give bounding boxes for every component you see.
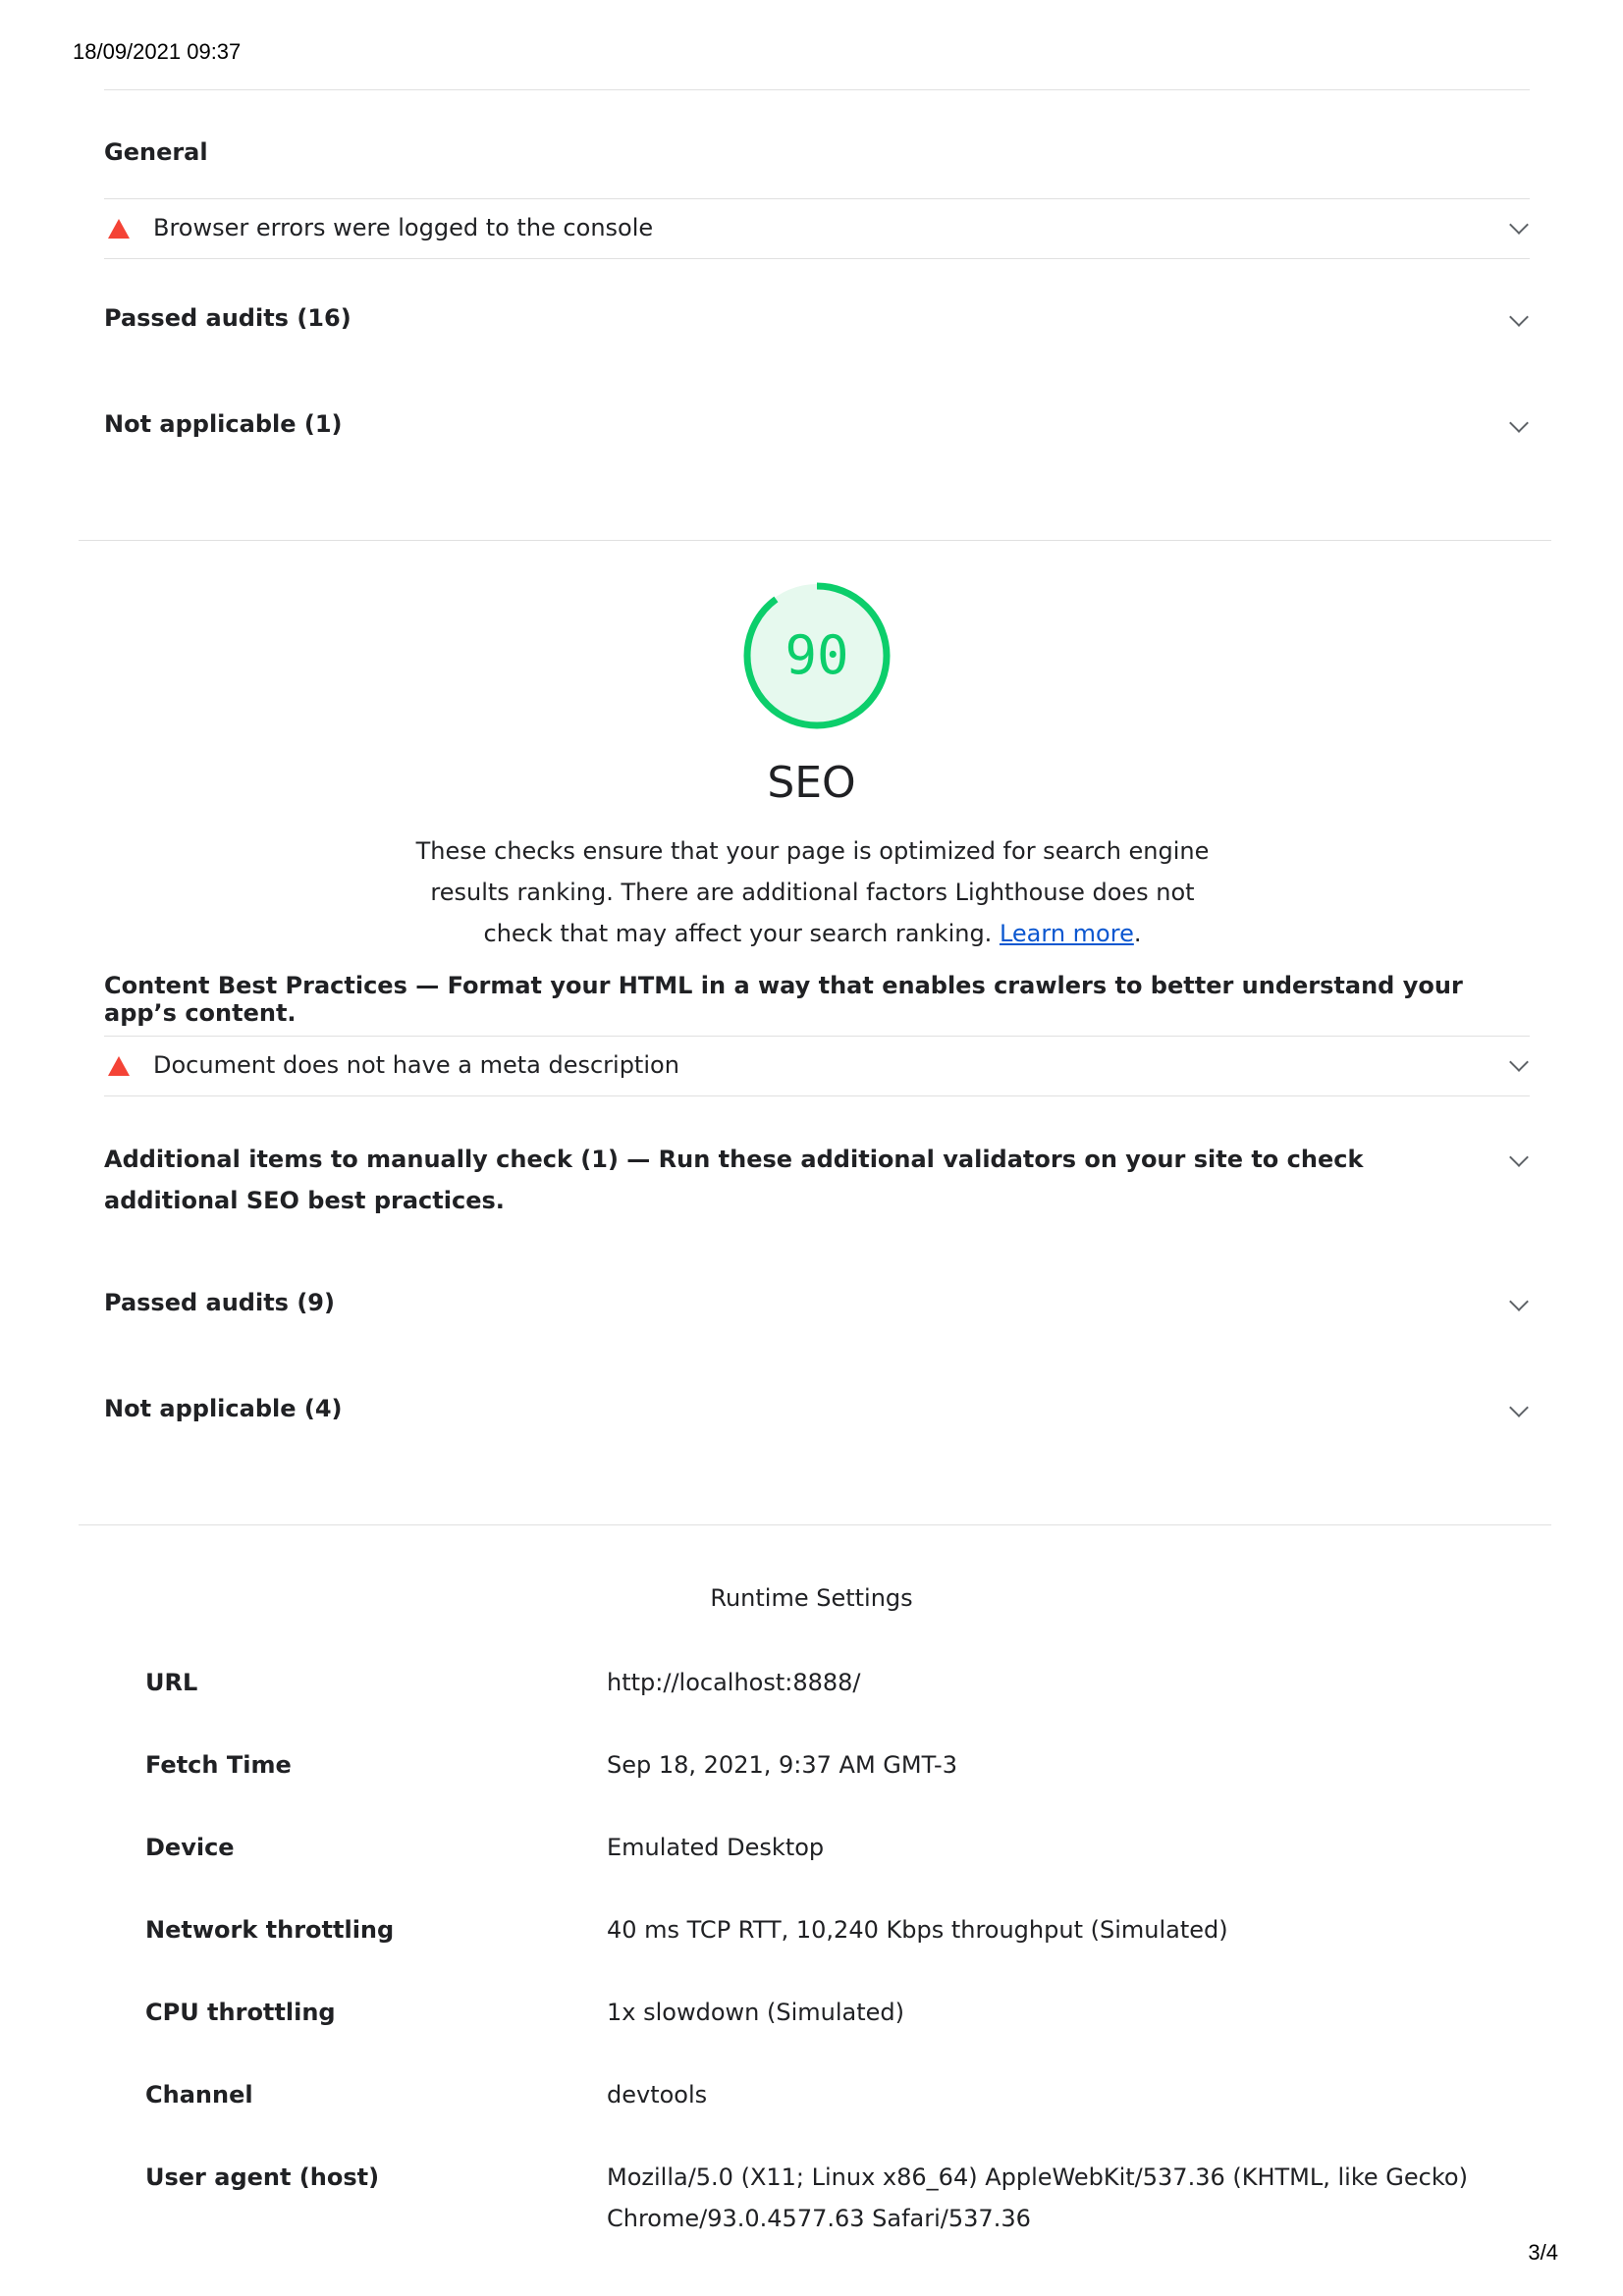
category-description: These checks ensure that your page is op…: [393, 830, 1232, 954]
runtime-label: Network throttling: [145, 1916, 395, 1944]
manual-checks-header: Additional items to manually check (1) —…: [104, 1139, 1459, 1221]
audit-browser-errors[interactable]: Browser errors were logged to the consol…: [104, 200, 1530, 257]
runtime-value: Mozilla/5.0 (X11; Linux x86_64) AppleWeb…: [607, 2163, 1468, 2232]
audit-title: Document does not have a meta descriptio…: [153, 1051, 679, 1079]
runtime-label: Channel: [145, 2081, 253, 2109]
seo-score-value: 90: [784, 624, 849, 686]
runtime-value: Sep 18, 2021, 9:37 AM GMT-3: [607, 1751, 957, 1779]
runtime-label: User agent (host): [145, 2163, 380, 2191]
passed-audits-label: Passed audits (16): [104, 304, 352, 332]
print-page-number: 3/4: [1528, 2240, 1558, 2265]
learn-more-link[interactable]: Learn more: [1000, 920, 1134, 947]
section-divider: [79, 1524, 1551, 1525]
fail-triangle-icon: [108, 1056, 130, 1076]
runtime-value: http://localhost:8888/: [607, 1669, 861, 1696]
passed-audits-label: Passed audits (9): [104, 1289, 335, 1316]
divider: [104, 258, 1530, 259]
fail-triangle-icon: [108, 219, 130, 239]
runtime-value: Emulated Desktop: [607, 1834, 825, 1861]
runtime-label: Fetch Time: [145, 1751, 292, 1779]
chevron-down-icon[interactable]: [1509, 215, 1529, 235]
section-divider: [79, 540, 1551, 541]
runtime-value: 40 ms TCP RTT, 10,240 Kbps throughput (S…: [607, 1916, 1228, 1944]
seo-score-gauge: 90: [742, 581, 892, 730]
divider: [104, 1036, 1530, 1037]
not-applicable-toggle[interactable]: Not applicable (4): [104, 1395, 1530, 1434]
audit-meta-description[interactable]: Document does not have a meta descriptio…: [104, 1038, 1530, 1095]
group-header-content-best-practices: Content Best Practices — Format your HTM…: [104, 972, 1530, 1027]
print-header-date: 18/09/2021 09:37: [73, 39, 242, 64]
chevron-down-icon[interactable]: [1509, 413, 1529, 433]
divider: [104, 89, 1530, 90]
chevron-down-icon[interactable]: [1509, 307, 1529, 327]
runtime-label: URL: [145, 1669, 198, 1696]
chevron-down-icon[interactable]: [1509, 1052, 1529, 1072]
period: .: [1133, 920, 1142, 947]
runtime-label: Device: [145, 1834, 235, 1861]
chevron-down-icon[interactable]: [1509, 1292, 1529, 1311]
runtime-value: 1x slowdown (Simulated): [607, 1999, 904, 2026]
divider: [104, 1095, 1530, 1096]
divider: [104, 198, 1530, 199]
not-applicable-toggle[interactable]: Not applicable (1): [104, 410, 1530, 450]
runtime-settings-title: Runtime Settings: [710, 1584, 913, 1612]
group-separator: —: [406, 972, 448, 999]
manual-checks-title: Additional items to manually check (1): [104, 1146, 619, 1173]
passed-audits-toggle[interactable]: Passed audits (16): [104, 304, 1530, 344]
runtime-label: CPU throttling: [145, 1999, 336, 2026]
group-separator: —: [618, 1146, 659, 1173]
chevron-down-icon[interactable]: [1509, 1148, 1529, 1167]
group-title-general: General: [104, 138, 208, 166]
not-applicable-label: Not applicable (1): [104, 410, 343, 438]
passed-audits-toggle[interactable]: Passed audits (9): [104, 1289, 1530, 1328]
audit-title: Browser errors were logged to the consol…: [153, 214, 654, 241]
chevron-down-icon[interactable]: [1509, 1398, 1529, 1417]
manual-checks-toggle[interactable]: Additional items to manually check (1) —…: [104, 1139, 1530, 1221]
group-title: Content Best Practices: [104, 972, 407, 999]
category-title-seo: SEO: [767, 758, 856, 808]
not-applicable-label: Not applicable (4): [104, 1395, 343, 1422]
runtime-value: devtools: [607, 2081, 708, 2109]
